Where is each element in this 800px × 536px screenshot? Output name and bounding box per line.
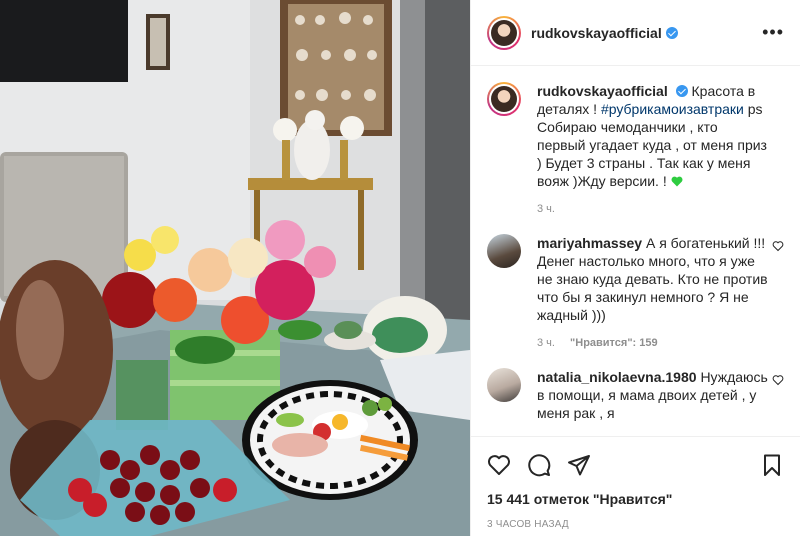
post-header: rudkovskayaofficial ••• bbox=[471, 0, 800, 66]
post-sidebar: rudkovskayaofficial ••• rudkovskayaoffic… bbox=[470, 0, 800, 536]
post-caption: rudkovskayaofficial Красота в деталях ! … bbox=[487, 82, 784, 218]
caption-time[interactable]: 3 ч. bbox=[537, 203, 555, 215]
author-avatar[interactable] bbox=[487, 15, 521, 50]
post-timestamp[interactable]: 3 ЧАСОВ НАЗАД bbox=[487, 519, 784, 530]
instagram-post: rudkovskayaofficial ••• rudkovskayaoffic… bbox=[0, 0, 800, 536]
share-icon[interactable] bbox=[567, 453, 591, 477]
comment-like-heart-icon[interactable] bbox=[772, 240, 784, 252]
comment-username[interactable]: mariyahmassey bbox=[537, 235, 642, 251]
verified-badge-icon bbox=[675, 85, 688, 97]
comment-likes[interactable]: "Нравится": 159 bbox=[570, 337, 658, 349]
caption-username[interactable]: rudkovskayaofficial bbox=[537, 83, 668, 99]
bookmark-icon[interactable] bbox=[760, 453, 784, 477]
commenter-avatar[interactable] bbox=[487, 234, 521, 268]
likes-count[interactable]: 15 441 отметок "Нравится" bbox=[487, 491, 784, 507]
author-username[interactable]: rudkovskayaofficial bbox=[531, 25, 662, 41]
green-heart-icon bbox=[671, 176, 683, 187]
comment-username[interactable]: natalia_nikolaevna.1980 bbox=[537, 369, 697, 385]
post-photo[interactable] bbox=[0, 0, 470, 536]
verified-badge-icon bbox=[665, 26, 678, 39]
commenter-avatar[interactable] bbox=[487, 368, 521, 402]
comment-icon[interactable] bbox=[527, 453, 551, 477]
breakfast-table-image bbox=[0, 0, 470, 536]
caption-hashtag[interactable]: #рубрикамоизавтраки bbox=[601, 101, 744, 117]
comment-item: mariyahmassey А я богатенький !!! Денег … bbox=[487, 234, 784, 352]
caption-meta: 3 ч. bbox=[537, 200, 769, 218]
comments-section: rudkovskayaofficial Красота в деталях ! … bbox=[471, 66, 800, 436]
comment-time[interactable]: 3 ч. bbox=[537, 337, 555, 349]
comment-meta: 3 ч. "Нравится": 159 bbox=[537, 334, 769, 352]
comment-item: natalia_nikolaevna.1980 Нуждаюсь в помощ… bbox=[487, 368, 784, 422]
more-options-icon[interactable]: ••• bbox=[762, 22, 784, 43]
post-actions: 15 441 отметок "Нравится" 3 ЧАСОВ НАЗАД bbox=[471, 436, 800, 536]
heart-icon[interactable] bbox=[487, 453, 511, 477]
comment-like-heart-icon[interactable] bbox=[772, 374, 784, 386]
caption-author-avatar[interactable] bbox=[487, 82, 521, 116]
